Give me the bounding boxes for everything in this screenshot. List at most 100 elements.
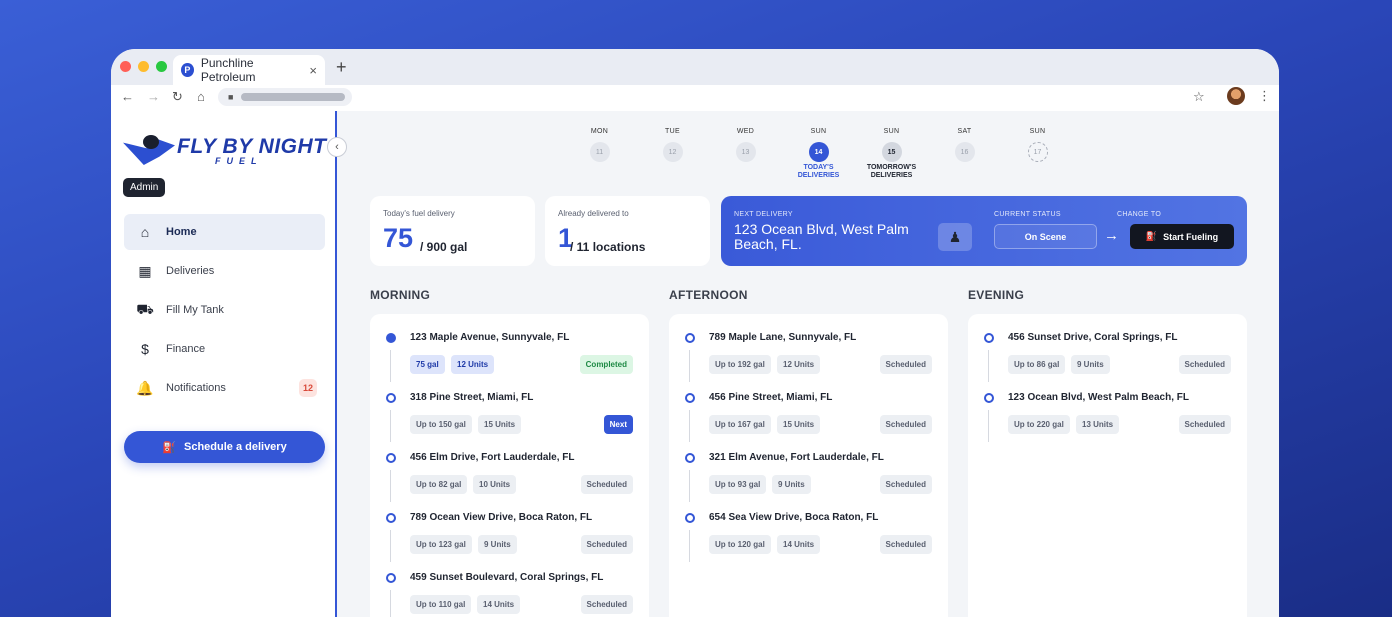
status-badge: Scheduled	[879, 535, 932, 554]
calendar-day[interactable]: MON 11	[563, 128, 636, 179]
forward-arrow-icon[interactable]: →	[147, 89, 160, 104]
day-number: 14	[808, 142, 829, 162]
day-number: 17	[1027, 142, 1048, 162]
dollar-icon: $	[141, 341, 149, 357]
driver-icon[interactable]: ♟	[938, 223, 972, 251]
next-delivery-card: NEXT DELIVERY 123 Ocean Blvd, West Palm …	[721, 196, 1247, 266]
change-to-label: CHANGE TO	[1117, 211, 1162, 218]
status-badge: Scheduled	[879, 415, 932, 434]
calendar-day[interactable]: SUN 15 TOMORROW'S DELIVERIES	[855, 128, 928, 179]
delivery-item[interactable]: 318 Pine Street, Miami, FL Up to 150 gal…	[370, 374, 649, 442]
delivery-item[interactable]: 456 Elm Drive, Fort Lauderdale, FL Up to…	[370, 434, 649, 502]
url-field[interactable]: ■	[218, 88, 352, 106]
status-badge[interactable]: Next	[603, 415, 633, 434]
profile-avatar[interactable]	[1227, 87, 1245, 105]
minimize-window-button[interactable]	[138, 61, 149, 72]
sidebar-item-deliveries[interactable]: ▦ Deliveries	[124, 253, 325, 289]
day-caption: TOMORROW'S DELIVERIES	[866, 164, 917, 179]
sidebar-item-label: Finance	[166, 343, 206, 355]
delivery-item[interactable]: 456 Sunset Drive, Coral Springs, FL Up t…	[968, 314, 1247, 382]
collapse-sidebar-button[interactable]: ‹	[327, 137, 347, 157]
url-placeholder-bar	[241, 93, 346, 101]
delivered-card: Already delivered to 1 / 11 locations	[545, 196, 710, 266]
sidebar-item-fill-my-tank[interactable]: ⛟ Fill My Tank	[124, 292, 325, 328]
section-title-afternoon: AFTERNOON	[669, 288, 748, 302]
fuel-delivery-label: Today's fuel delivery	[383, 209, 455, 218]
calendar-day[interactable]: WED 13	[709, 128, 782, 179]
status-badge: Scheduled	[1178, 355, 1231, 374]
delivery-address: 123 Ocean Blvd, West Palm Beach, FL	[1008, 392, 1189, 403]
status-badge: Scheduled	[580, 595, 633, 614]
week-calendar: MON 11 TUE 12 WED 13 SUN 14 TODAY'S DELIVERI…	[563, 128, 1074, 179]
fly-by-night-logo[interactable]: FLY BY NIGHT FUEL	[123, 131, 327, 171]
delivered-label: Already delivered to	[558, 209, 629, 218]
schedule-delivery-button[interactable]: ⛽ Schedule a delivery	[124, 431, 325, 463]
sidebar-menu: ⌂ Home ▦ Deliveries ⛟ Fill My Tank $ Financ…	[124, 214, 325, 409]
delivery-item[interactable]: 789 Maple Lane, Sunnyvale, FL Up to 192 …	[669, 314, 948, 382]
calendar-day[interactable]: SAT 16	[928, 128, 1001, 179]
day-name: SUN	[810, 128, 827, 135]
delivery-item[interactable]: 789 Ocean View Drive, Boca Raton, FL Up …	[370, 494, 649, 562]
day-number: 11	[589, 142, 610, 162]
units-pill: 13 Units	[1076, 415, 1120, 434]
back-arrow-icon[interactable]: ←	[121, 89, 134, 104]
timeline-dot	[386, 333, 396, 343]
units-pill: 15 Units	[777, 415, 821, 434]
delivery-item[interactable]: 456 Pine Street, Miami, FL Up to 167 gal…	[669, 374, 948, 442]
calendar-day[interactable]: TUE 12	[636, 128, 709, 179]
sidebar-item-label: Home	[166, 226, 197, 238]
sidebar-item-finance[interactable]: $ Finance	[124, 331, 325, 367]
delivery-item[interactable]: 321 Elm Avenue, Fort Lauderdale, FL Up t…	[669, 434, 948, 502]
close-window-button[interactable]	[120, 61, 131, 72]
timeline-dot	[685, 333, 695, 343]
delivery-item[interactable]: 123 Maple Avenue, Sunnyvale, FL 75 gal 1…	[370, 314, 649, 382]
maximize-window-button[interactable]	[156, 61, 167, 72]
bookmark-star-icon[interactable]: ☆	[1193, 89, 1205, 105]
delivery-address: 789 Maple Lane, Sunnyvale, FL	[709, 332, 857, 343]
tab-title: Punchline Petroleum	[200, 56, 256, 84]
gallons-pill: Up to 120 gal	[709, 535, 771, 554]
browser-menu-icon[interactable]: ⋮	[1258, 88, 1271, 104]
tab-close-icon[interactable]: ×	[309, 63, 317, 78]
delivery-column-morning: 123 Maple Avenue, Sunnyvale, FL 75 gal 1…	[370, 314, 649, 617]
status-badge: Completed	[579, 355, 633, 374]
browser-window: P Punchline Petroleum × + ← → ↻ ⌂ ■ ☆ ⋮ …	[111, 49, 1279, 617]
timeline-dot	[984, 333, 994, 343]
delivery-column-evening: 456 Sunset Drive, Coral Springs, FL Up t…	[968, 314, 1247, 617]
units-pill: 9 Units	[478, 535, 517, 554]
delivery-item[interactable]: 123 Ocean Blvd, West Palm Beach, FL Up t…	[968, 374, 1247, 442]
status-badge: Scheduled	[879, 475, 932, 494]
new-tab-button[interactable]: +	[336, 57, 347, 78]
current-status: On Scene	[994, 224, 1097, 249]
browser-tab[interactable]: P Punchline Petroleum ×	[173, 55, 325, 85]
delivery-address: 318 Pine Street, Miami, FL	[410, 392, 534, 403]
delivery-item[interactable]: 654 Sea View Drive, Boca Raton, FL Up to…	[669, 494, 948, 562]
punchline-favicon-icon: P	[181, 63, 194, 77]
timeline-line	[988, 410, 989, 442]
gallons-pill: Up to 93 gal	[709, 475, 767, 494]
sidebar-item-notifications[interactable]: 🔔 Notifications 12	[124, 370, 325, 406]
timeline-dot	[386, 573, 396, 583]
gallons-pill: Up to 86 gal	[1008, 355, 1066, 374]
day-number: 15	[881, 142, 902, 162]
calendar-day[interactable]: SUN 17	[1001, 128, 1074, 179]
delivery-item[interactable]: 459 Sunset Boulevard, Coral Springs, FL …	[370, 554, 649, 617]
status-badge: Scheduled	[580, 475, 633, 494]
start-fueling-button[interactable]: ⛽ Start Fueling	[1130, 224, 1234, 249]
sidebar-item-label: Fill My Tank	[166, 304, 224, 316]
status-badge: Scheduled	[580, 535, 633, 554]
sidebar-item-label: Notifications	[166, 382, 226, 394]
truck-icon: ⛟	[136, 300, 154, 317]
day-caption: TODAY'S DELIVERIES	[797, 164, 840, 179]
gallons-pill: Up to 167 gal	[709, 415, 771, 434]
start-fueling-label: Start Fueling	[1163, 231, 1219, 242]
current-status-label: CURRENT STATUS	[994, 211, 1061, 218]
window-controls	[120, 61, 167, 72]
reload-icon[interactable]: ↻	[172, 89, 183, 105]
calendar-day[interactable]: SUN 14 TODAY'S DELIVERIES	[782, 128, 855, 179]
timeline-dot	[685, 513, 695, 523]
notification-count-badge: 12	[299, 379, 317, 397]
sidebar-item-home[interactable]: ⌂ Home	[124, 214, 325, 250]
timeline-dot	[685, 393, 695, 403]
home-nav-icon[interactable]: ⌂	[197, 89, 205, 104]
